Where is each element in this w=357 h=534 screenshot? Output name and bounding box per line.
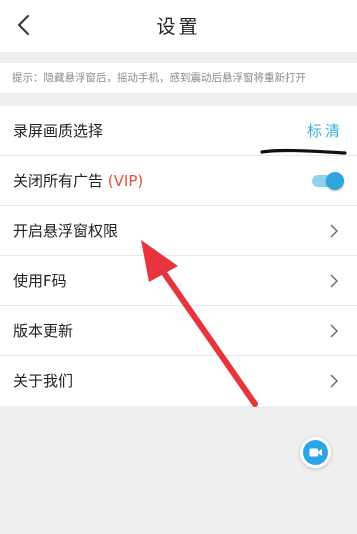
- chevron-right-icon: [330, 224, 338, 238]
- quality-value[interactable]: 标清: [307, 106, 343, 156]
- setting-label: 录屏画质选择: [13, 122, 104, 140]
- setting-close-ads: 关闭所有广告 (VIP): [0, 156, 357, 206]
- setting-version-update[interactable]: 版本更新: [0, 306, 357, 356]
- page-title: 设置: [156, 16, 201, 38]
- chevron-right-icon: [330, 374, 338, 388]
- setting-label: 关闭所有广告 (VIP): [13, 172, 144, 190]
- video-camera-icon: [309, 448, 322, 457]
- setting-recording-quality[interactable]: 录屏画质选择 标清: [0, 106, 357, 156]
- header-bar: 设置: [0, 0, 357, 52]
- hint-text: 提示：隐藏悬浮窗后，摇动手机，感到震动后悬浮窗将重新打开: [0, 63, 357, 93]
- setting-label: 版本更新: [13, 322, 74, 340]
- settings-screen: 设置 提示：隐藏悬浮窗后，摇动手机，感到震动后悬浮窗将重新打开 录屏画质选择 标…: [0, 0, 357, 534]
- setting-about-us[interactable]: 关于我们: [0, 356, 357, 406]
- close-ads-toggle[interactable]: [312, 172, 344, 190]
- floating-button-core: [303, 440, 328, 465]
- setting-label: 开启悬浮窗权限: [13, 222, 119, 240]
- vip-badge: (VIP): [107, 172, 144, 190]
- floating-record-button[interactable]: [300, 437, 331, 468]
- setting-label: 使用F码: [13, 272, 67, 290]
- chevron-right-icon: [330, 324, 338, 338]
- chevron-right-icon: [330, 274, 338, 288]
- toggle-knob: [326, 172, 344, 190]
- setting-f-code[interactable]: 使用F码: [0, 256, 357, 306]
- setting-label: 关于我们: [13, 372, 74, 390]
- settings-list: 录屏画质选择 标清 关闭所有广告 (VIP) 开启悬浮窗权限 使用F码 版本更新: [0, 106, 357, 406]
- setting-floating-window-permission[interactable]: 开启悬浮窗权限: [0, 206, 357, 256]
